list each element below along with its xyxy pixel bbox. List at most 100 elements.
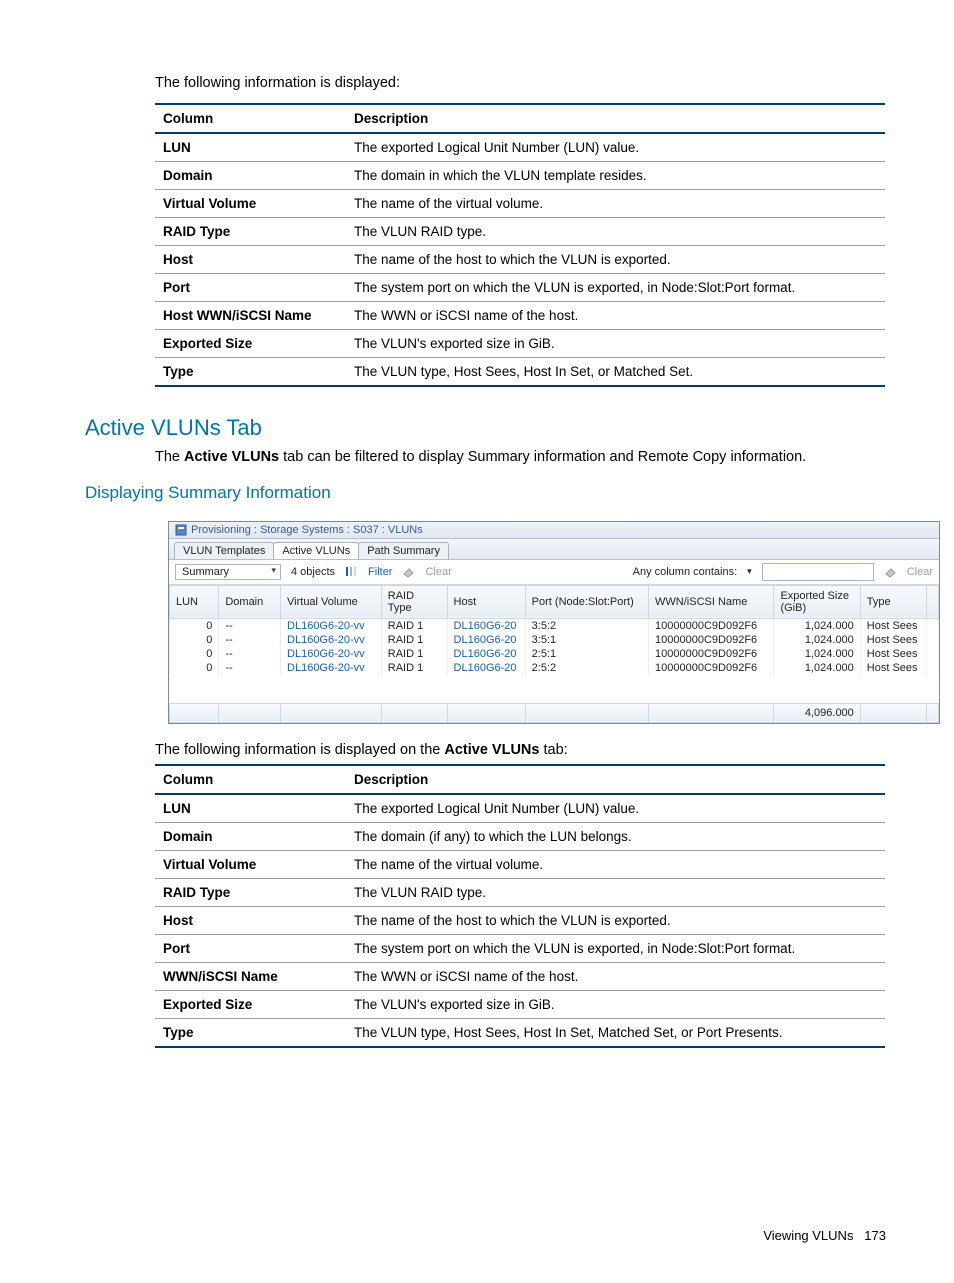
text: tab: (539, 742, 567, 758)
grid-column-header[interactable]: RAID Type (381, 585, 447, 618)
field-name: Type (155, 357, 346, 386)
field-name: Exported Size (155, 329, 346, 357)
grid-cell: -- (219, 633, 281, 647)
vlun-templates-desc-table: Column Description LUNThe exported Logic… (155, 103, 885, 387)
grid-column-header[interactable]: Domain (219, 585, 281, 618)
table-row[interactable]: 0--DL160G6-20-vvRAID 1DL160G6-203:5:2100… (170, 618, 939, 633)
field-name: Domain (155, 161, 346, 189)
grid-cell: 0 (170, 661, 219, 675)
grid-cell-link[interactable]: DL160G6-20 (454, 620, 517, 632)
col-header: Description (346, 104, 885, 133)
grid-cell-link[interactable]: DL160G6-20-vv (287, 620, 365, 632)
grid-cell: 1,024.000 (774, 661, 860, 675)
grid-footer-cell (649, 703, 774, 722)
section-heading-active-vluns: Active VLUNs Tab (85, 415, 886, 441)
search-input[interactable] (762, 563, 874, 581)
grid-column-header[interactable]: Host (447, 585, 525, 618)
grid-cell-link[interactable]: DL160G6-20-vv (287, 648, 365, 660)
field-name: LUN (155, 133, 346, 162)
grid-footer-cell (860, 703, 926, 722)
active-vluns-desc-table: Column Description LUNThe exported Logic… (155, 764, 885, 1048)
field-description: The VLUN's exported size in GiB. (346, 329, 885, 357)
grid-cell-link[interactable]: DL160G6-20 (454, 648, 517, 660)
col-header: Description (346, 765, 885, 794)
filter-link[interactable]: Filter (368, 566, 392, 578)
grid-column-header[interactable]: Exported Size (GiB) (774, 585, 860, 618)
grid-cell: RAID 1 (381, 633, 447, 647)
field-name: Host (155, 245, 346, 273)
any-column-label: Any column contains: (633, 566, 738, 578)
grid-cell-link[interactable]: DL160G6-20 (454, 634, 517, 646)
intro-text-2: The following information is displayed o… (155, 742, 886, 758)
table-row[interactable]: 0--DL160G6-20-vvRAID 1DL160G6-202:5:2100… (170, 661, 939, 675)
grid-footer-cell (447, 703, 525, 722)
tab-active-vluns[interactable]: Active VLUNs (273, 542, 359, 559)
grid-cell-link[interactable]: DL160G6-20-vv (287, 634, 365, 646)
field-name: RAID Type (155, 878, 346, 906)
window-titlebar: Provisioning : Storage Systems : S037 : … (169, 522, 939, 539)
table-row[interactable]: 0--DL160G6-20-vvRAID 1DL160G6-202:5:1100… (170, 647, 939, 661)
grid-cell: DL160G6-20-vv (281, 618, 382, 633)
grid-cell: DL160G6-20 (447, 661, 525, 675)
grid-cell: RAID 1 (381, 647, 447, 661)
grid-footer-cell (926, 703, 938, 722)
field-description: The system port on which the VLUN is exp… (346, 934, 885, 962)
grid-cell-link[interactable]: DL160G6-20 (454, 662, 517, 674)
text: The (155, 449, 184, 465)
grid-cell (926, 647, 938, 661)
field-description: The VLUN RAID type. (346, 878, 885, 906)
field-description: The name of the host to which the VLUN i… (346, 906, 885, 934)
field-description: The VLUN type, Host Sees, Host In Set, M… (346, 1018, 885, 1047)
grid-cell: 1,024.000 (774, 647, 860, 661)
field-description: The VLUN RAID type. (346, 217, 885, 245)
grid-column-header[interactable]: Port (Node:Slot:Port) (525, 585, 648, 618)
window-title-text: Provisioning : Storage Systems : S037 : … (191, 524, 423, 536)
field-description: The VLUN's exported size in GiB. (346, 990, 885, 1018)
grid-cell: 10000000C9D092F6 (649, 618, 774, 633)
chevron-down-icon[interactable]: ▾ (747, 566, 752, 577)
field-name: Host (155, 906, 346, 934)
field-description: The WWN or iSCSI name of the host. (346, 962, 885, 990)
grid-cell: 3:5:2 (525, 618, 648, 633)
field-description: The name of the virtual volume. (346, 189, 885, 217)
field-description: The VLUN type, Host Sees, Host In Set, o… (346, 357, 885, 386)
grid-cell (926, 661, 938, 675)
field-description: The WWN or iSCSI name of the host. (346, 301, 885, 329)
grid-column-header[interactable]: Type (860, 585, 926, 618)
grid-cell: 0 (170, 633, 219, 647)
intro-text-1: The following information is displayed: (155, 75, 886, 91)
grid-cell: 10000000C9D092F6 (649, 633, 774, 647)
scrollbar-header-spacer (926, 585, 938, 618)
field-description: The domain in which the VLUN template re… (346, 161, 885, 189)
grid-column-header[interactable]: Virtual Volume (281, 585, 382, 618)
view-dropdown[interactable]: Summary (175, 564, 281, 580)
grid-footer-cell: 4,096.000 (774, 703, 860, 722)
col-header: Column (155, 104, 346, 133)
grid-cell: DL160G6-20 (447, 618, 525, 633)
grid-cell: 1,024.000 (774, 633, 860, 647)
tab-path-summary[interactable]: Path Summary (358, 542, 449, 559)
table-row[interactable]: 0--DL160G6-20-vvRAID 1DL160G6-203:5:1100… (170, 633, 939, 647)
field-name: Port (155, 273, 346, 301)
grid-cell (926, 633, 938, 647)
grid-column-header[interactable]: WWN/iSCSI Name (649, 585, 774, 618)
subsection-heading-summary: Displaying Summary Information (85, 483, 886, 503)
grid-cell-link[interactable]: DL160G6-20-vv (287, 662, 365, 674)
grid-cell: 0 (170, 618, 219, 633)
grid-cell: Host Sees (860, 618, 926, 633)
filter-icon[interactable] (345, 565, 358, 578)
field-name: Exported Size (155, 990, 346, 1018)
text: tab can be filtered to display Summary i… (279, 449, 806, 465)
grid-cell: DL160G6-20-vv (281, 633, 382, 647)
tab-vlun-templates[interactable]: VLUN Templates (174, 542, 274, 559)
grid-column-header[interactable]: LUN (170, 585, 219, 618)
grid-cell: 10000000C9D092F6 (649, 661, 774, 675)
window-icon (175, 524, 187, 536)
object-count: 4 objects (291, 566, 335, 578)
clear-search-link: Clear (907, 566, 933, 578)
clear-filter-link: Clear (425, 566, 451, 578)
grid-footer-cell (525, 703, 648, 722)
eraser-icon (402, 565, 415, 578)
toolbar: Summary 4 objects Filter Clear Any colum… (169, 560, 939, 585)
grid-footer-cell (170, 703, 219, 722)
